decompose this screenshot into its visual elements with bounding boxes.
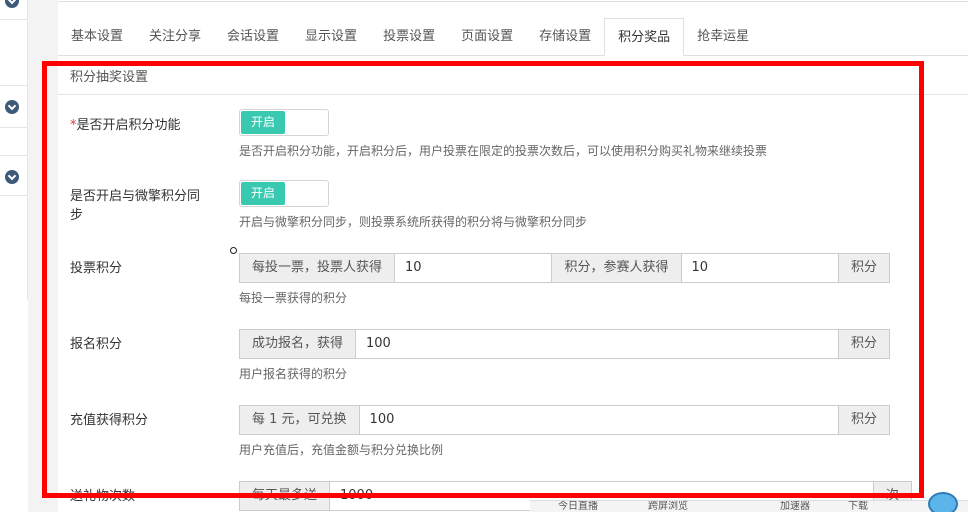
tab-storage-settings[interactable]: 存储设置 xyxy=(526,18,604,55)
enable-points-help: 是否开启积分功能，开启积分后，用户投票在限定的投票次数后，可以使用积分购买礼物来… xyxy=(239,144,768,158)
section-title: 积分抽奖设置 xyxy=(70,70,149,85)
mascot-icon[interactable] xyxy=(928,492,958,512)
sidebar-gap xyxy=(28,0,58,512)
sidebar-row-4 xyxy=(0,128,28,156)
status-cross-screen[interactable]: 跨屏浏览 xyxy=(648,501,688,512)
sidebar-row-3[interactable] xyxy=(0,86,28,128)
sidebar-row-1[interactable] xyxy=(0,0,28,20)
sync-wq-toggle[interactable]: 开启 xyxy=(239,180,329,207)
signup-points-input[interactable]: 100 xyxy=(356,329,838,359)
main-panel: 基本设置 关注分享 会话设置 显示设置 投票设置 页面设置 存储设置 积分奖品 … xyxy=(58,0,968,512)
browser-status-bar: 今日直播 跨屏浏览 加速器 下载 xyxy=(530,500,968,512)
vote-points-addon-voter: 每投一票，投票人获得 xyxy=(239,253,396,283)
status-live[interactable]: 今日直播 xyxy=(558,501,598,512)
tab-display-settings[interactable]: 显示设置 xyxy=(292,18,370,55)
sidebar-row-2 xyxy=(0,20,28,86)
tab-lucky-star[interactable]: 抢幸运星 xyxy=(684,18,762,55)
recharge-points-unit: 积分 xyxy=(837,405,890,435)
tab-session-settings[interactable]: 会话设置 xyxy=(214,18,292,55)
voter-points-input[interactable]: 10 xyxy=(395,253,552,283)
chevron-down-icon[interactable] xyxy=(5,170,19,184)
sync-wq-help: 开启与微擎积分同步，则投票系统所获得的积分将与微擎积分同步 xyxy=(239,215,588,229)
tab-points-prizes[interactable]: 积分奖品 xyxy=(604,18,685,56)
vote-points-label: 投票积分 xyxy=(70,261,123,276)
recharge-points-addon: 每 1 元，可兑换 xyxy=(239,405,360,435)
vote-points-group: 每投一票，投票人获得 10 积分，参赛人获得 10 积分 xyxy=(239,253,890,283)
vote-points-addon-contestant: 积分，参赛人获得 xyxy=(551,253,682,283)
signup-points-label: 报名积分 xyxy=(70,337,123,352)
recharge-points-help: 用户充值后，充值金额与积分兑换比例 xyxy=(239,443,444,457)
top-divider xyxy=(58,0,968,2)
signup-points-unit: 积分 xyxy=(837,329,890,359)
recharge-points-group: 每 1 元，可兑换 100 积分 xyxy=(239,405,890,435)
tab-vote-settings[interactable]: 投票设置 xyxy=(370,18,448,55)
gift-count-addon: 每天最多送 xyxy=(239,481,331,511)
tab-follow-share[interactable]: 关注分享 xyxy=(136,18,214,55)
settings-tabs: 基本设置 关注分享 会话设置 显示设置 投票设置 页面设置 存储设置 积分奖品 … xyxy=(58,18,968,56)
toggle-on-label: 开启 xyxy=(241,111,285,134)
tab-page-settings[interactable]: 页面设置 xyxy=(448,18,526,55)
signup-points-addon: 成功报名，获得 xyxy=(239,329,357,359)
enable-points-label-text: 是否开启积分功能 xyxy=(76,118,181,133)
mouse-cursor xyxy=(230,247,237,254)
enable-points-toggle[interactable]: 开启 xyxy=(239,109,329,136)
signup-points-help: 用户报名获得的积分 xyxy=(239,367,348,381)
chevron-down-icon[interactable] xyxy=(5,100,19,114)
toggle-on-label: 开启 xyxy=(241,182,285,205)
vote-points-help: 每投一票获得的积分 xyxy=(239,291,348,305)
status-accelerator[interactable]: 加速器 xyxy=(780,501,810,512)
enable-points-label: *是否开启积分功能 xyxy=(70,116,210,135)
tab-basic-settings[interactable]: 基本设置 xyxy=(58,18,136,55)
gift-count-label: 送礼物次数 xyxy=(70,489,136,504)
section-divider xyxy=(58,94,968,95)
sync-wq-label: 是否开启与微擎积分同步 xyxy=(70,189,201,223)
left-sidebar xyxy=(0,0,28,300)
recharge-points-label: 充值获得积分 xyxy=(70,413,149,428)
sidebar-row-5[interactable] xyxy=(0,156,28,196)
recharge-points-input[interactable]: 100 xyxy=(359,405,838,435)
vote-points-unit: 积分 xyxy=(837,253,890,283)
contestant-points-input[interactable]: 10 xyxy=(681,253,838,283)
signup-points-group: 成功报名，获得 100 积分 xyxy=(239,329,890,359)
chevron-down-icon[interactable] xyxy=(5,0,19,8)
status-download[interactable]: 下载 xyxy=(848,501,868,512)
